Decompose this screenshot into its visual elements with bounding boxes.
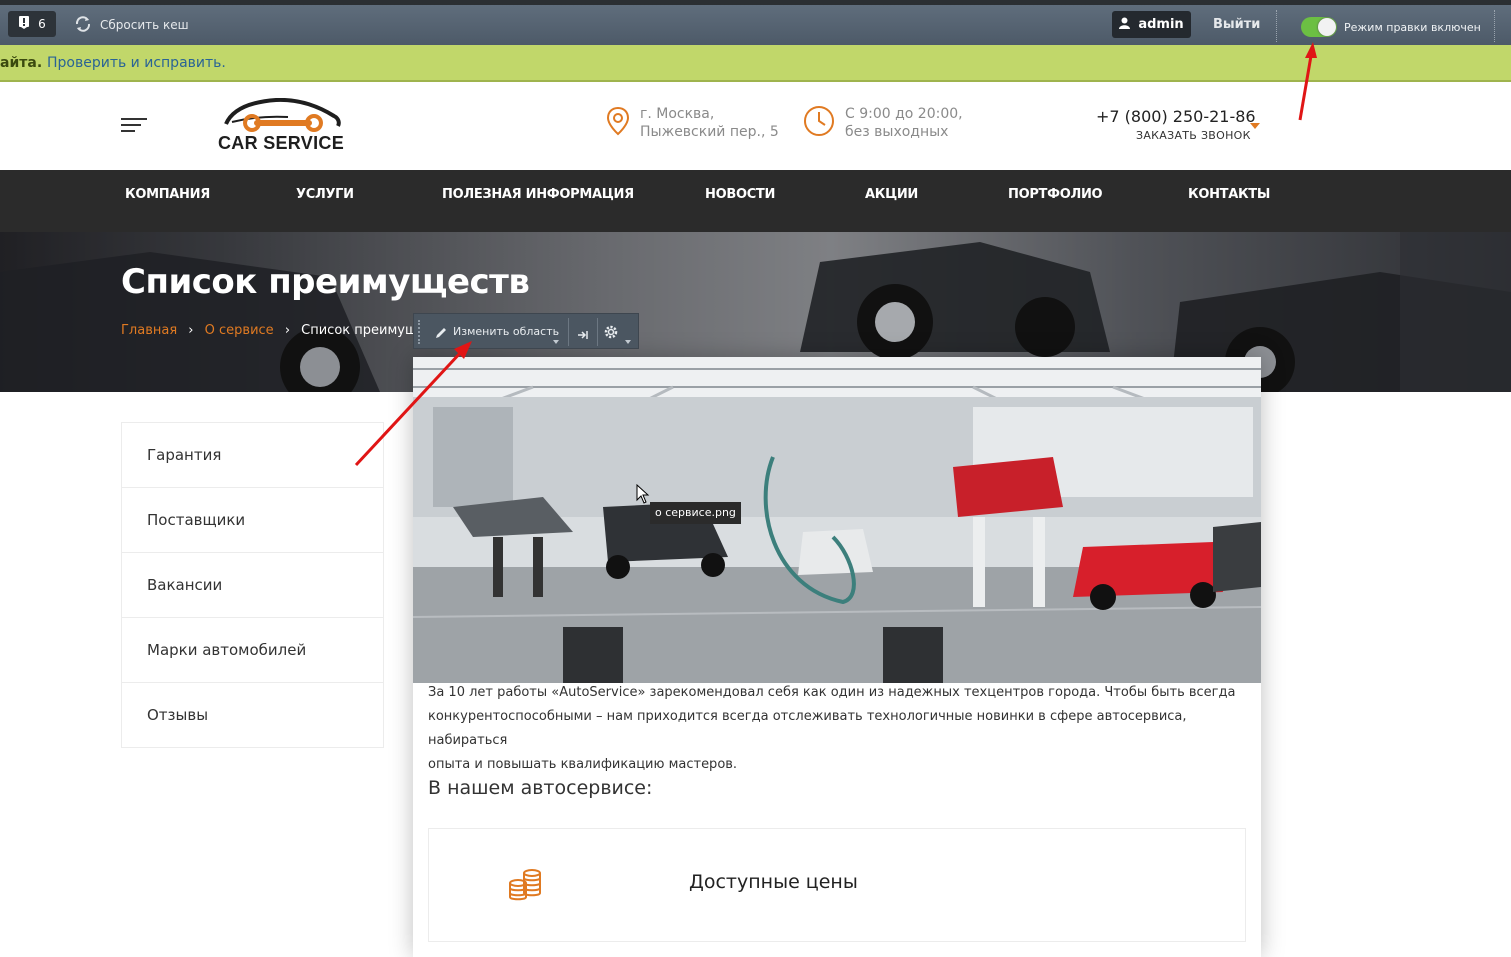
toolbar-divider [568, 318, 569, 346]
menu-burger-icon[interactable] [121, 118, 147, 134]
notifications-count: 6 [38, 17, 46, 31]
notifications-button[interactable]: 6 [8, 11, 56, 37]
intro-paragraph: За 10 лет работы «AutoService» зарекомен… [428, 681, 1248, 777]
phone-dropdown-icon[interactable] [1250, 114, 1260, 133]
sidebar-item-vacancies[interactable]: Вакансии [122, 553, 383, 618]
nav-item-company[interactable]: КОМПАНИЯ [125, 187, 210, 202]
divider [1276, 10, 1277, 42]
feature-title: Доступные цены [689, 871, 858, 893]
hours-line-2: без выходных [845, 124, 949, 140]
chevron-down-icon[interactable] [625, 329, 631, 348]
sidebar-item-reviews[interactable]: Отзывы [122, 683, 383, 747]
map-pin-icon [606, 106, 630, 140]
admin-user-button[interactable]: admin [1112, 11, 1191, 38]
phone-number[interactable]: +7 (800) 250-21-86 [1096, 107, 1256, 126]
callback-link[interactable]: ЗАКАЗАТЬ ЗВОНОК [1136, 129, 1251, 142]
user-icon [1119, 17, 1131, 33]
breadcrumb-about[interactable]: О сервисе [205, 323, 274, 338]
garage-photo [413, 357, 1261, 683]
logo-text: CAR SERVICE [218, 133, 344, 153]
address: г. Москва, Пыжевский пер., 5 [640, 105, 779, 141]
chevron-right-icon: › [188, 323, 194, 338]
nav-item-promotions[interactable]: АКЦИИ [865, 187, 918, 202]
toolbar-divider [597, 318, 598, 346]
page-title: Список преимуществ [121, 262, 530, 302]
sidebar-item-label: Марки автомобилей [147, 641, 307, 659]
clock-icon [803, 105, 835, 141]
nav-item-portfolio[interactable]: ПОРТФОЛИО [1008, 187, 1103, 202]
notification-icon [18, 16, 30, 32]
sidebar-item-car-brands[interactable]: Марки автомобилей [122, 618, 383, 683]
feature-card: Доступные цены [428, 828, 1246, 942]
chevron-down-icon[interactable] [553, 329, 559, 348]
divider [1494, 10, 1495, 42]
sidebar-item-label: Гарантия [147, 446, 222, 464]
clear-cache-button[interactable]: Сбросить кеш [74, 13, 189, 37]
admin-panel: 6 Сбросить кеш admin Выйти Режим правки … [0, 0, 1511, 45]
coins-icon [508, 869, 542, 905]
car-logo-icon [224, 98, 341, 132]
sidebar-item-label: Вакансии [147, 576, 223, 594]
breadcrumb-home[interactable]: Главная [121, 323, 177, 338]
paragraph-line: опыта и повышать квалификацию мастеров. [428, 757, 738, 772]
toggle-knob [1318, 18, 1336, 36]
annotation-arrow-icon [354, 341, 472, 467]
section-subheading: В нашем автосервисе: [428, 777, 653, 799]
editable-content-area[interactable]: За 10 лет работы «AutoService» зарекомен… [413, 357, 1261, 957]
site-check-warning: айта. Проверить и исправить. [0, 45, 1511, 82]
sidebar-item-label: Поставщики [147, 511, 246, 529]
site-logo[interactable]: CAR SERVICE [214, 98, 344, 154]
refresh-icon [74, 15, 92, 36]
sidebar-item-guarantee[interactable]: Гарантия [122, 423, 383, 488]
insert-icon[interactable] [577, 326, 589, 345]
hours-line-1: С 9:00 до 20:00, [845, 106, 963, 122]
chevron-right-icon: › [284, 323, 291, 338]
mouse-cursor-icon [636, 484, 650, 504]
admin-user-label: admin [1138, 17, 1184, 32]
nav-item-news[interactable]: НОВОСТИ [705, 187, 775, 202]
sidebar-item-label: Отзывы [147, 706, 209, 724]
clear-cache-label: Сбросить кеш [100, 18, 189, 32]
paragraph-line: За 10 лет работы «AutoService» зарекомен… [428, 685, 1236, 700]
sidebar-menu: Гарантия Поставщики Вакансии Марки автом… [121, 422, 384, 748]
address-line-2: Пыжевский пер., 5 [640, 124, 779, 140]
image-filename-tooltip: о сервисе.png [650, 502, 741, 524]
nav-item-services[interactable]: УСЛУГИ [296, 187, 354, 202]
warning-text: айта. [0, 55, 43, 71]
main-navigation: КОМПАНИЯ УСЛУГИ ПОЛЕЗНАЯ ИНФОРМАЦИЯ НОВО… [0, 170, 1511, 232]
address-line-1: г. Москва, [640, 106, 715, 122]
logout-link[interactable]: Выйти [1213, 17, 1260, 32]
edit-mode-label: Режим правки включен [1344, 21, 1481, 34]
sidebar-item-suppliers[interactable]: Поставщики [122, 488, 383, 553]
check-and-fix-link[interactable]: Проверить и исправить. [47, 55, 226, 71]
annotation-arrow-icon [1298, 42, 1317, 121]
nav-item-useful-info[interactable]: ПОЛЕЗНАЯ ИНФОРМАЦИЯ [442, 187, 634, 202]
gear-icon[interactable] [603, 324, 619, 344]
edit-mode-toggle[interactable] [1301, 17, 1337, 37]
service-hall-image[interactable] [413, 357, 1261, 683]
paragraph-line: конкурентоспособными – нам приходится вс… [428, 709, 1187, 748]
nav-item-contacts[interactable]: КОНТАКТЫ [1188, 187, 1270, 202]
working-hours: С 9:00 до 20:00, без выходных [845, 105, 963, 141]
